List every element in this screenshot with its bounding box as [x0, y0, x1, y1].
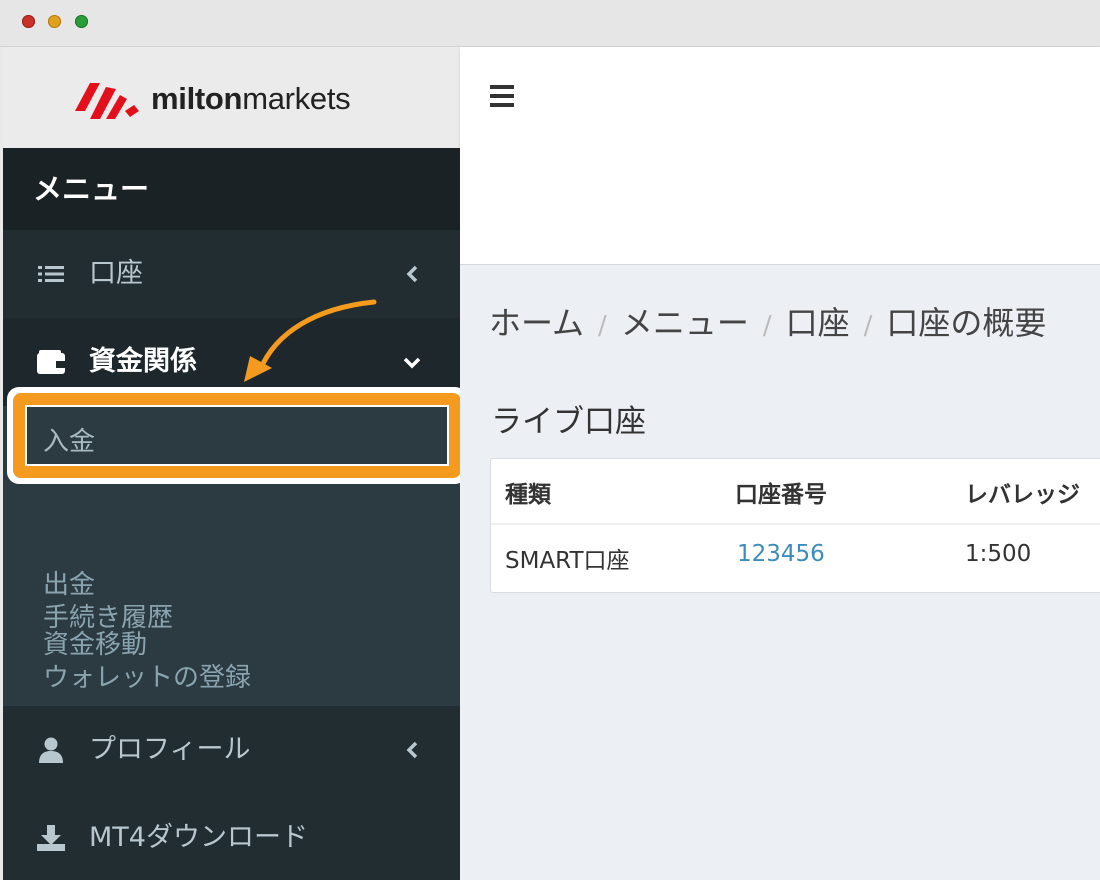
wallet-icon [37, 350, 65, 374]
top-navbar [460, 47, 1100, 148]
chevron-down-icon [403, 357, 421, 369]
table-header-account-number: 口座番号 [735, 482, 827, 508]
breadcrumb: ホーム / メニュー / 口座 / 口座の概要 [489, 298, 1046, 344]
submenu-item-deposit-label: 入金 [43, 427, 96, 457]
breadcrumb-separator: / [863, 311, 873, 341]
sidebar-item-label: MT4ダウンロード [89, 822, 308, 853]
sidebar: メニュー 口座 資金関係 出金 資金移動 プロフィール MT4ダウンロード [3, 148, 460, 880]
submenu-item-deposit[interactable]: 入金 [25, 405, 449, 466]
sidebar-item-profile[interactable]: プロフィール [3, 706, 460, 794]
breadcrumb-separator: / [598, 311, 607, 341]
user-icon [39, 737, 63, 763]
chevron-left-icon [406, 265, 418, 283]
download-icon [37, 825, 65, 851]
sidebar-item-mt4-download[interactable]: MT4ダウンロード [3, 794, 460, 880]
minimize-window-icon[interactable] [48, 15, 61, 28]
table-cell-leverage: 1:500 [965, 541, 1032, 567]
sidebar-item-account[interactable]: 口座 [3, 230, 460, 318]
submenu-item-wallet-registration[interactable]: ウォレットの登録 [43, 657, 251, 694]
breadcrumb-menu[interactable]: メニュー [621, 304, 749, 342]
section-title: ライブ口座 [491, 404, 646, 440]
table-divider [491, 523, 1100, 525]
close-window-icon[interactable] [22, 15, 35, 28]
breadcrumb-account[interactable]: 口座 [786, 304, 850, 342]
milton-markets-logo-icon [75, 83, 139, 119]
table-cell-account-number-link[interactable]: 123456 [737, 541, 825, 567]
table-header-leverage: レバレッジ [965, 482, 1080, 508]
curved-arrow-icon [244, 299, 377, 382]
hamburger-icon[interactable] [490, 85, 514, 107]
breadcrumb-current: 口座の概要 [886, 304, 1047, 342]
submenu-item-withdrawal[interactable]: 出金 [43, 564, 95, 601]
accounts-table: 種類 口座番号 レバレッジ SMART口座 123456 1:500 [490, 458, 1100, 593]
logo-text: miltonmarkets [151, 81, 351, 116]
table-cell-type: SMART口座 [505, 548, 630, 574]
sidebar-item-label: プロフィール [89, 734, 251, 765]
breadcrumb-separator: / [762, 311, 772, 341]
sidebar-header: メニュー [3, 148, 460, 230]
logo-area[interactable]: miltonmarkets [3, 47, 460, 148]
sidebar-item-label: 口座 [89, 258, 143, 289]
table-header-type: 種類 [505, 482, 551, 508]
list-icon [38, 266, 64, 282]
content-header-area [460, 148, 1100, 265]
chevron-left-icon [406, 741, 418, 759]
window-titlebar [0, 0, 1100, 47]
breadcrumb-home[interactable]: ホーム [489, 304, 584, 342]
browser-window: miltonmarkets メニュー 口座 資金関係 出金 資金移動 プロフィー… [0, 0, 1100, 880]
submenu-item-history[interactable]: 手続き履歴 [43, 597, 173, 634]
maximize-window-icon[interactable] [75, 15, 88, 28]
